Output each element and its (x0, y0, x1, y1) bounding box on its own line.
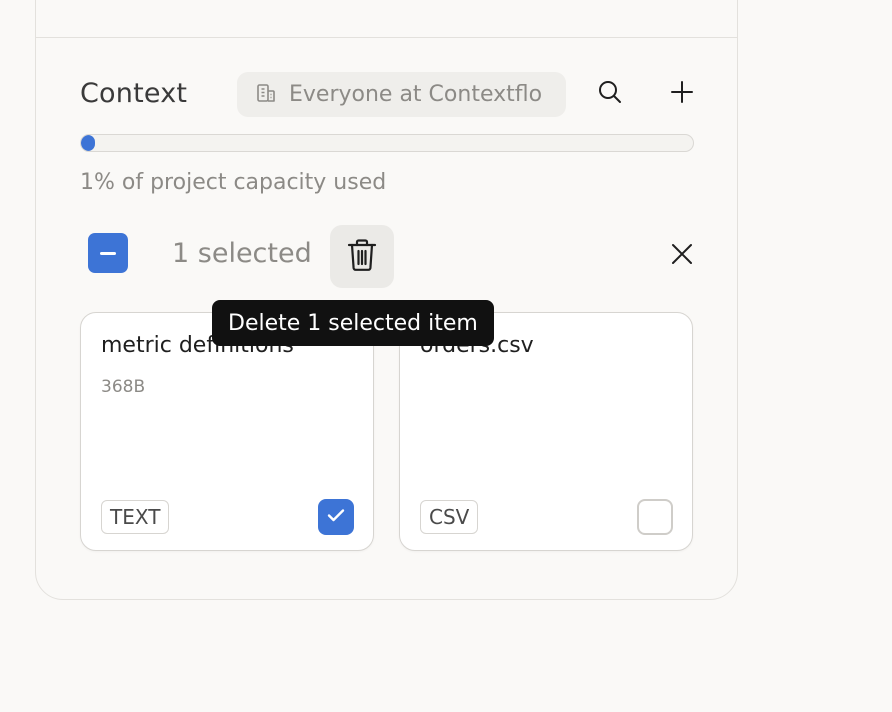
delete-tooltip: Delete 1 selected item (212, 300, 494, 346)
plus-icon (670, 80, 694, 108)
item-type-badge: CSV (420, 500, 479, 534)
item-type-badge: TEXT (101, 500, 170, 534)
building-icon (255, 82, 277, 108)
selected-count: 1 selected (172, 238, 312, 269)
item-size: 368B (101, 377, 146, 397)
search-icon (597, 79, 623, 109)
select-all-checkbox[interactable] (88, 233, 128, 273)
clear-selection-button[interactable] (662, 236, 702, 276)
context-title: Context (80, 78, 188, 109)
trash-icon (346, 238, 378, 276)
search-button[interactable] (590, 74, 630, 114)
add-button[interactable] (662, 74, 702, 114)
close-icon (670, 242, 694, 270)
scope-selector[interactable]: Everyone at Contextflo (237, 72, 566, 117)
scope-label: Everyone at Contextflo (289, 82, 543, 107)
panel-divider (36, 37, 738, 38)
context-item-card[interactable]: metric definitions 368B TEXT (80, 312, 374, 551)
minus-icon (100, 251, 116, 255)
item-checkbox[interactable] (637, 499, 673, 535)
context-item-card[interactable]: orders.csv CSV (399, 312, 693, 551)
capacity-progress-fill (81, 135, 95, 151)
capacity-progress-bar (80, 134, 694, 152)
delete-selected-button[interactable] (330, 225, 394, 288)
check-icon (325, 504, 347, 530)
item-checkbox[interactable] (318, 499, 354, 535)
capacity-text: 1% of project capacity used (80, 170, 387, 195)
